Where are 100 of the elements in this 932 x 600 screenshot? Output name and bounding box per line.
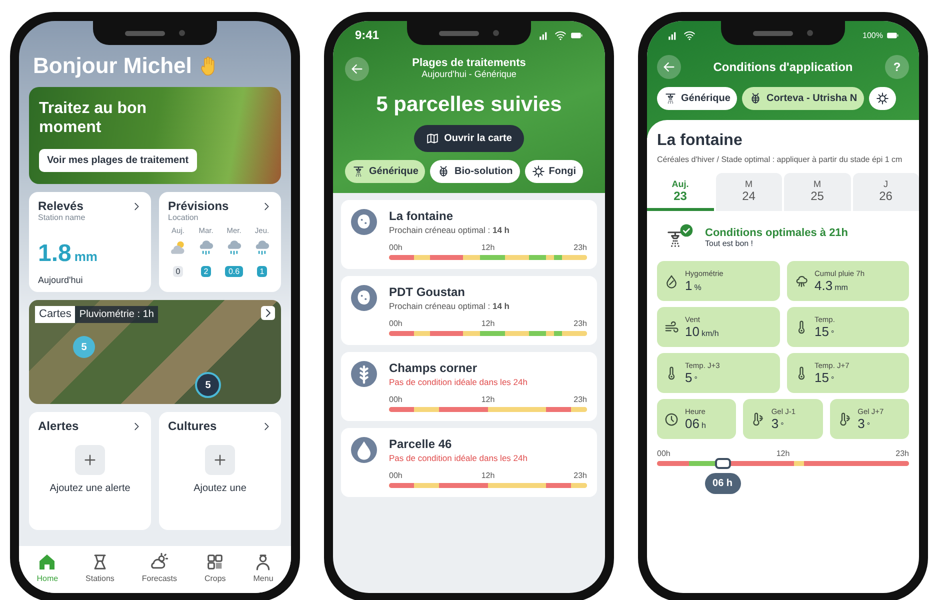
- sprayer-icon: [352, 165, 365, 178]
- open-map-button[interactable]: Ouvrir la carte: [414, 125, 524, 152]
- filter-chip[interactable]: Générique: [345, 160, 426, 183]
- card-title: Alertes: [38, 419, 79, 433]
- rain-value: 1.8: [38, 240, 72, 268]
- rain-amount-badge: 1: [256, 266, 268, 277]
- map-tab[interactable]: Cartes: [35, 306, 76, 323]
- filter-chip[interactable]: Fongi: [524, 160, 584, 183]
- rain-amount-badge: 0.6: [225, 266, 243, 277]
- hour-tick: 23h: [574, 395, 587, 404]
- grid-icon: [205, 552, 226, 572]
- wifi-icon: [683, 28, 696, 42]
- headline: 5 parcelles suivies: [376, 93, 562, 117]
- map-cluster-marker[interactable]: 5: [195, 372, 221, 398]
- nav-item[interactable]: Menu: [253, 552, 274, 583]
- hour-tick: 23h: [896, 449, 909, 458]
- plot-name: Champs corner: [389, 361, 478, 375]
- alerts-card[interactable]: Alertes Ajoutez une alerte: [29, 412, 151, 530]
- hour-tick: 23h: [574, 471, 587, 480]
- status-time: 9:41: [355, 28, 380, 42]
- add-label: Ajoutez une alerte: [50, 483, 130, 494]
- potato-icon: [351, 285, 377, 311]
- plot-card[interactable]: La fontaine Prochain créneau optimal : 14 h 00h 12h 23h: [341, 200, 597, 269]
- product-chip[interactable]: Corteva - Utrisha N: [742, 87, 864, 110]
- time-tooltip: 06 h: [704, 473, 741, 494]
- day-tab[interactable]: J 26: [852, 173, 919, 212]
- banner-title: Traitez au bon moment: [39, 99, 148, 138]
- field-description: Céréales d'hiver / Stade optimal : appliquer à partir du stade épi 1 cm: [657, 154, 904, 166]
- hour-tick: 12h: [776, 449, 790, 458]
- chevron-icon[interactable]: [261, 306, 275, 320]
- hour-tick: 00h: [657, 449, 670, 458]
- humidity-icon: [664, 274, 679, 289]
- plot-name: PDT Goustan: [389, 285, 466, 299]
- back-button[interactable]: [657, 55, 681, 79]
- add-button[interactable]: [75, 445, 105, 475]
- hour-tick: 23h: [574, 319, 587, 328]
- plot-name: Parcelle 46: [389, 437, 453, 451]
- card-title: Cultures: [168, 419, 217, 433]
- hour-tick: 00h: [389, 319, 402, 328]
- hour-tick: 12h: [481, 471, 495, 480]
- map-layer-label: Pluviométrie : 1h: [75, 306, 158, 323]
- map-image[interactable]: Cartes Pluviométrie : 1h 5 5: [29, 300, 281, 404]
- hour-tick: 00h: [389, 395, 402, 404]
- sprayer-icon: [664, 92, 677, 105]
- plus-icon: [212, 452, 228, 468]
- treatment-windows-button[interactable]: Voir mes plages de traitement: [39, 149, 197, 172]
- screen-subtitle: Aujourd'hui - Générique: [422, 69, 516, 79]
- status-subtitle: Tout est bon !: [705, 238, 754, 248]
- metric-unit: km/h: [701, 329, 719, 338]
- metric-unit: mm: [834, 283, 848, 292]
- plot-status: Pas de condition idéale dans les 24h: [389, 453, 528, 463]
- plot-card[interactable]: PDT Goustan Prochain créneau optimal : 14 h 00h 12h 23h: [341, 276, 597, 345]
- drop-icon: [351, 437, 377, 463]
- metric-unit: °: [830, 329, 834, 338]
- readings-card[interactable]: Relevés Station name 1.8 mm Aujourd'hui: [29, 192, 151, 292]
- hour-tick: 00h: [389, 471, 402, 480]
- card-caption: Aujourd'hui: [38, 275, 84, 285]
- metric-unit: h: [701, 421, 706, 430]
- frost-icon: [750, 412, 766, 427]
- add-label: Ajoutez une: [194, 483, 246, 494]
- back-button[interactable]: [345, 57, 369, 81]
- screen-title: Conditions d'application: [713, 60, 853, 74]
- metric-value: 1: [685, 278, 692, 294]
- nav-item[interactable]: Forecasts: [142, 552, 177, 583]
- nav-item[interactable]: Crops: [204, 552, 226, 583]
- rain-amount-badge: 2: [200, 266, 212, 277]
- metric-value: 10: [685, 324, 700, 340]
- wheat-icon: [351, 361, 377, 387]
- nav-item[interactable]: Stations: [86, 552, 114, 583]
- day-tab[interactable]: M 25: [784, 173, 850, 212]
- hour-tick: 12h: [481, 243, 495, 252]
- filter-chip[interactable]: Bio-solution: [430, 160, 520, 183]
- metric-value: 15: [814, 370, 829, 386]
- rain-amount-badge: 0: [172, 266, 184, 277]
- potato-icon: [351, 209, 377, 235]
- metric-unit: °: [780, 421, 784, 430]
- metric-value: 3: [771, 416, 779, 432]
- day-tab[interactable]: M 24: [716, 173, 782, 212]
- battery-level: 100%: [862, 30, 883, 40]
- card-subtitle: Station name: [38, 213, 86, 222]
- plot-card[interactable]: Parcelle 46 Pas de condition idéale dans les 24h 00h 12h 23h: [341, 428, 597, 497]
- add-button[interactable]: [205, 445, 235, 475]
- field-name: La fontaine: [657, 132, 744, 150]
- metric-unit: °: [866, 421, 870, 430]
- plot-status: Prochain créneau optimal : 14 h: [389, 225, 510, 235]
- slider-thumb[interactable]: [714, 458, 731, 470]
- card-title: Prévisions: [168, 199, 229, 213]
- product-chip[interactable]: Générique: [657, 87, 738, 110]
- map-icon: [426, 132, 440, 145]
- product-chip[interactable]: [869, 87, 896, 110]
- card-title: Relevés: [38, 199, 84, 213]
- metric-value: 4.3: [814, 278, 833, 294]
- metric-unit: °: [694, 375, 698, 384]
- metric-unit: %: [694, 283, 702, 292]
- plot-card[interactable]: Champs corner Pas de condition idéale dans les 24h 00h 12h 23h: [341, 352, 597, 421]
- metric-unit: °: [830, 375, 834, 384]
- plus-icon: [82, 452, 98, 468]
- crops-card[interactable]: Cultures Ajoutez une: [159, 412, 281, 530]
- metric-value: 3: [858, 416, 865, 432]
- status-title: Conditions optimales à 21h: [705, 226, 848, 239]
